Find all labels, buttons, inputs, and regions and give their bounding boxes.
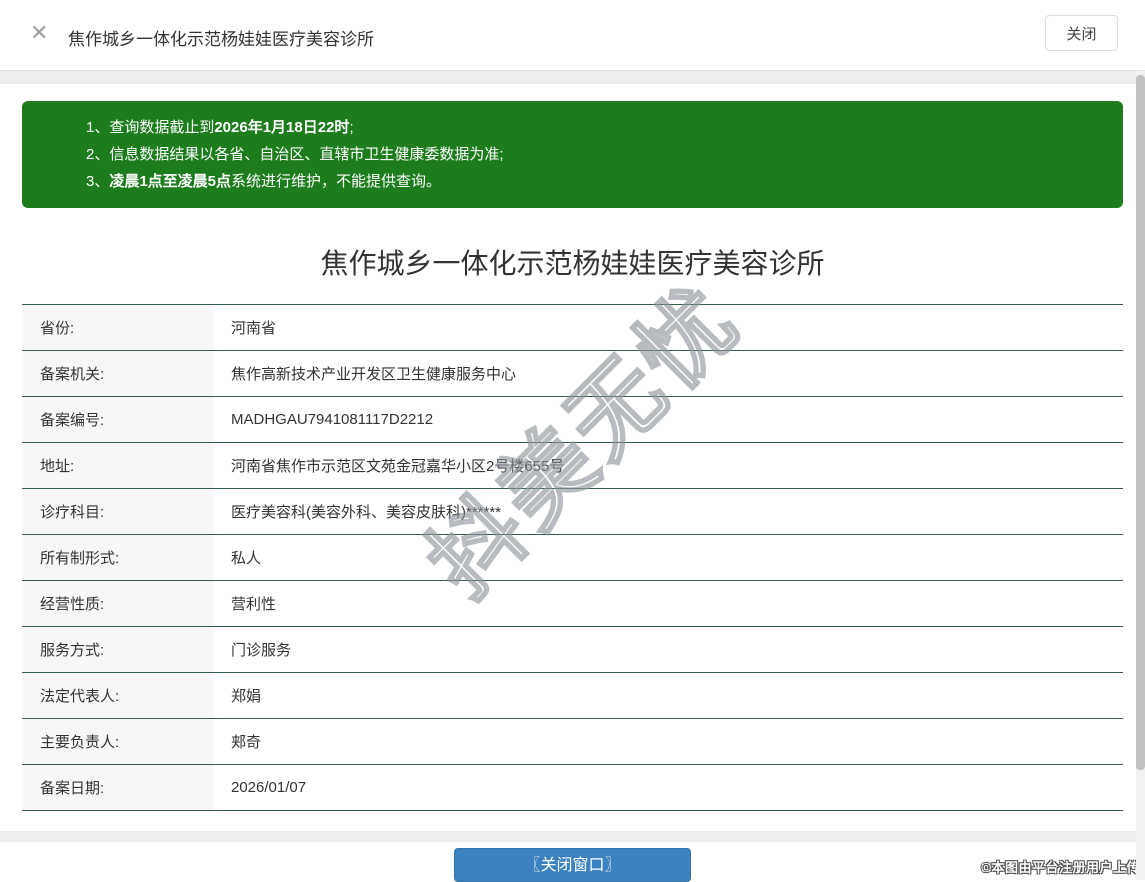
table-row: 所有制形式: 私人 xyxy=(22,535,1123,581)
table-row: 主要负责人: 郏奇 xyxy=(22,719,1123,765)
row-value: MADHGAU7941081117D2212 xyxy=(231,411,434,428)
row-value: 医疗美容科(美容外科、美容皮肤科)****** xyxy=(231,504,502,521)
row-label: 经营性质: xyxy=(22,581,213,626)
row-label: 所有制形式: xyxy=(22,535,213,580)
copyright-watermark: ©本图由平台注册用户上传 xyxy=(981,860,1140,875)
notice-line-2: 2、信息数据结果以各省、自治区、直辖市卫生健康委数据为准; xyxy=(86,146,504,163)
row-value: 焦作高新技术产业开发区卫生健康服务中心 xyxy=(231,366,517,383)
row-label: 诊疗科目: xyxy=(22,489,213,534)
scrollbar-track[interactable] xyxy=(1136,71,1145,880)
notice-box: 1、查询数据截止到2026年1月18日22时; 2、信息数据结果以各省、自治区、… xyxy=(22,101,1123,208)
table-row: 服务方式: 门诊服务 xyxy=(22,627,1123,673)
row-value: 营利性 xyxy=(231,596,277,613)
row-label: 地址: xyxy=(22,443,213,488)
row-label: 主要负责人: xyxy=(22,719,213,764)
footer-separator xyxy=(0,831,1145,842)
row-label: 备案机关: xyxy=(22,351,213,396)
row-value: 河南省 xyxy=(231,320,277,337)
row-value: 2026/01/07 xyxy=(231,779,307,796)
row-value: 私人 xyxy=(231,550,262,567)
row-label: 省份: xyxy=(22,305,213,350)
table-row: 法定代表人: 郑娟 xyxy=(22,673,1123,719)
page-title: 焦作城乡一体化示范杨娃娃医疗美容诊所 xyxy=(320,248,825,279)
row-value: 河南省焦作市示范区文苑金冠嘉华小区2号楼655号 xyxy=(231,458,565,475)
table-row: 备案编号: MADHGAU7941081117D2212 xyxy=(22,397,1123,443)
table-row: 备案机关: 焦作高新技术产业开发区卫生健康服务中心 xyxy=(22,351,1123,397)
close-x-icon[interactable]: ✕ xyxy=(30,22,48,44)
row-label: 服务方式: xyxy=(22,627,213,672)
table-row: 备案日期: 2026/01/07 xyxy=(22,765,1123,811)
header-title: 焦作城乡一体化示范杨娃娃医疗美容诊所 xyxy=(68,30,374,49)
header-bar: ✕ 焦作城乡一体化示范杨娃娃医疗美容诊所 关闭 xyxy=(0,0,1145,70)
header-separator xyxy=(0,70,1145,84)
row-value: 门诊服务 xyxy=(231,642,292,659)
close-window-button[interactable]: 〖关闭窗口〗 xyxy=(454,848,691,882)
notice-line-3: 3、凌晨1点至凌晨5点系统进行维护，不能提供查询。 xyxy=(86,173,442,190)
scrollbar-thumb[interactable] xyxy=(1136,75,1145,770)
row-label: 法定代表人: xyxy=(22,673,213,718)
notice-line-1: 1、查询数据截止到2026年1月18日22时; xyxy=(86,119,354,136)
row-label: 备案日期: xyxy=(22,765,213,810)
row-value: 郑娟 xyxy=(231,688,262,705)
row-value: 郏奇 xyxy=(231,734,262,751)
record-table: 省份: 河南省 备案机关: 焦作高新技术产业开发区卫生健康服务中心 备案编号: … xyxy=(22,304,1123,811)
table-row: 省份: 河南省 xyxy=(22,305,1123,351)
row-label: 备案编号: xyxy=(22,397,213,442)
table-row: 经营性质: 营利性 xyxy=(22,581,1123,627)
close-button[interactable]: 关闭 xyxy=(1045,15,1118,51)
table-row: 地址: 河南省焦作市示范区文苑金冠嘉华小区2号楼655号 xyxy=(22,443,1123,489)
table-row: 诊疗科目: 医疗美容科(美容外科、美容皮肤科)****** xyxy=(22,489,1123,535)
